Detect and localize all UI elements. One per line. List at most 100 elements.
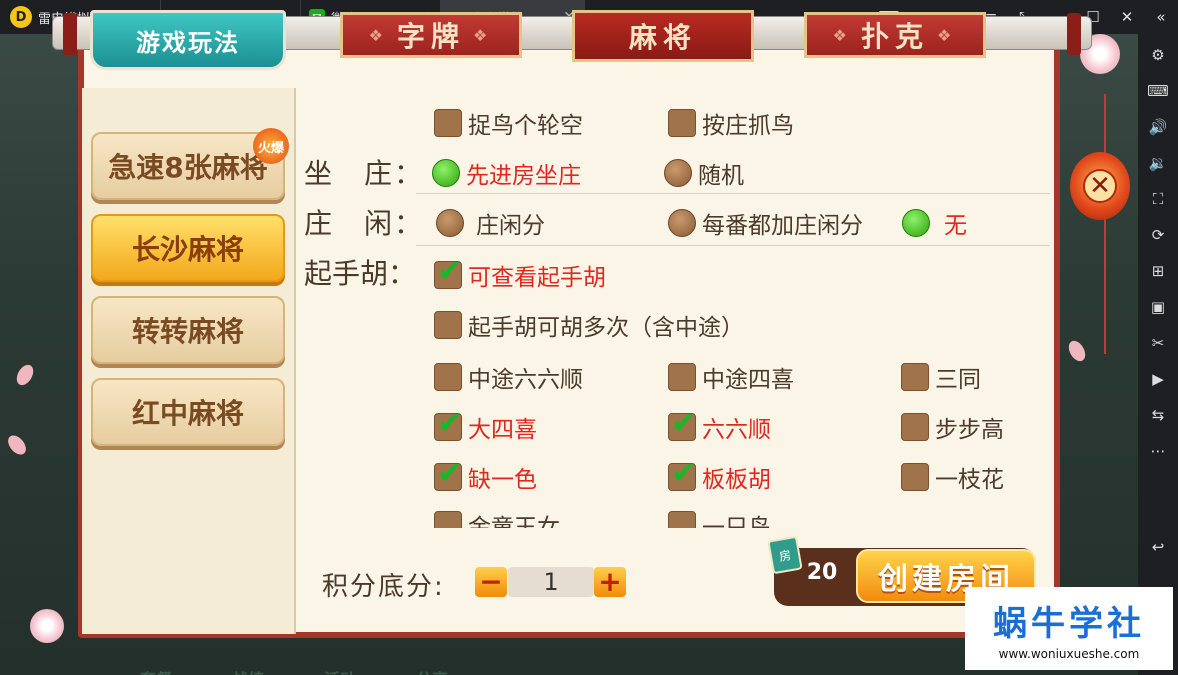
checkbox[interactable] [434,511,462,528]
checkbox[interactable] [434,363,462,391]
option-label: 先进房坐庄 [466,163,581,189]
menu-label: 急速8张麻将 [108,151,268,184]
checkbox[interactable] [901,363,929,391]
option-liuliushun[interactable]: 六六顺 [668,406,771,444]
checkbox-checked[interactable] [434,456,462,491]
checkbox-checked[interactable] [668,456,696,491]
option-label: 捉鸟个轮空 [468,113,583,139]
add-app-icon[interactable]: ⊞ [1145,258,1171,284]
radio[interactable] [664,159,692,187]
volume-up-icon[interactable]: 🔊 [1145,114,1171,140]
menu-zhuanzhuan[interactable]: 转转麻将 [91,296,285,364]
tab-game-rules[interactable]: 游戏玩法 [90,10,286,70]
tab-puke[interactable]: ❖ 扑克 ❖ [804,12,986,58]
option-zhuoniao[interactable]: 捉鸟个轮空 [434,106,583,140]
row-label-zhuangxian: 庄 闲： [304,207,425,240]
lantern-close-button[interactable]: ✕ [1070,152,1130,220]
option-zhongtu-sixi[interactable]: 中途四喜 [668,360,794,394]
option-zhongtu-liuliushun[interactable]: 中途六六顺 [434,360,583,394]
option-santong[interactable]: 三同 [901,360,981,394]
score-minus-button[interactable]: − [475,567,507,597]
checkbox[interactable] [668,511,696,528]
watermark-title: 蜗牛学社 [993,604,1145,644]
option-zhuangxianfen[interactable]: 庄闲分 [436,206,545,240]
option-label: 三同 [935,367,981,393]
option-first-join-banker[interactable]: 先进房坐庄 [432,156,581,190]
radio-selected[interactable] [432,159,460,187]
scissors-icon[interactable]: ✂ [1145,330,1171,356]
bottom-item: 套餐 [140,666,172,675]
petal-decoration [13,361,37,389]
option-yizhiniao[interactable]: 一只鸟 [668,508,771,528]
checkbox-checked[interactable] [434,406,462,441]
option-dasixi[interactable]: 大四喜 [434,406,537,444]
radio-selected[interactable] [902,209,930,237]
checkbox[interactable] [901,413,929,441]
petal-decoration [1065,337,1089,365]
option-banbanhu[interactable]: 板板胡 [668,456,771,494]
menu-jisu8[interactable]: 急速8张麻将 火爆 [91,128,289,200]
ornament-icon: ❖ [937,25,958,45]
radio[interactable] [668,209,696,237]
keyboard-icon[interactable]: ⌨ [1145,78,1171,104]
collapse-icon[interactable]: « [1144,8,1178,26]
checkbox[interactable] [434,109,462,137]
apk-icon[interactable]: ▣ [1145,294,1171,320]
ornament-icon: ❖ [832,25,853,45]
option-label: 每番都加庄闲分 [702,213,863,239]
option-label: 按庄抓鸟 [702,113,794,139]
rotate-icon[interactable]: ⟳ [1145,222,1171,248]
close-icon[interactable]: ✕ [1110,8,1144,26]
option-label: 一枝花 [935,467,1004,493]
sync-icon[interactable]: ⇆ [1145,402,1171,428]
option-random[interactable]: 随机 [664,156,744,190]
checkbox[interactable] [668,109,696,137]
option-view-qishouhu[interactable]: 可查看起手胡 [434,254,606,292]
option-label: 中途四喜 [702,367,794,393]
ornament-icon: ❖ [368,25,389,45]
tab-majiang[interactable]: 麻将 [572,10,754,62]
option-anzhuang[interactable]: 按庄抓鸟 [668,106,794,140]
room-card-cost: 20 [806,560,838,585]
checkbox[interactable] [668,363,696,391]
volume-down-icon[interactable]: 🔉 [1145,150,1171,176]
option-label: 大四喜 [468,417,537,443]
checkbox[interactable] [901,463,929,491]
petal-decoration [4,432,30,458]
tab-zipai[interactable]: ❖ 字牌 ❖ [340,12,522,58]
menu-hongzhong[interactable]: 红中麻将 [91,378,285,446]
option-label: 金童玉女 [468,515,560,528]
score-label: 积分底分: [322,572,445,602]
option-qishouhu-multi[interactable]: 起手胡可胡多次（含中途） [434,308,744,342]
option-bubugao[interactable]: 步步高 [901,410,1004,444]
tab-majiang-label: 麻将 [628,21,697,54]
checkbox[interactable] [434,311,462,339]
option-yizhihua[interactable]: 一枝花 [901,460,1004,494]
record-icon[interactable]: ▶ [1145,366,1171,392]
checkbox-checked[interactable] [668,406,696,441]
close-icon[interactable]: ✕ [1083,169,1117,203]
option-label: 庄闲分 [476,213,545,239]
row-label-qishouhu: 起手胡： [304,257,417,290]
hot-badge: 火爆 [253,128,289,164]
checkbox-checked[interactable] [434,254,462,289]
option-queyise[interactable]: 缺一色 [434,456,537,494]
bottom-item: 活动 [324,666,356,675]
option-jintongyunv[interactable]: 金童玉女 [434,508,560,528]
option-label: 板板胡 [702,467,771,493]
bottom-item: 分享 [416,666,448,675]
rules-content: 捉鸟个轮空 按庄抓鸟 坐 庄： 先进房坐庄 随机 庄 闲： 庄闲分 每番都加庄闲… [296,88,1054,528]
tab-zipai-label: 字牌 [396,20,465,53]
menu-changsha[interactable]: 长沙麻将 [91,214,285,282]
option-meifan[interactable]: 每番都加庄闲分 [668,206,863,240]
back-icon[interactable]: ↩ [1145,534,1171,560]
emulator-sidebar: ⚙ ⌨ 🔊 🔉 ⛶ ⟳ ⊞ ▣ ✂ ▶ ⇆ ⋯ ↩ [1138,34,1178,675]
more-icon[interactable]: ⋯ [1145,438,1171,464]
room-card-icon: 房 [767,535,803,575]
radio[interactable] [436,209,464,237]
settings-icon[interactable]: ⚙ [1145,42,1171,68]
screenshot-icon[interactable]: ⛶ [1145,186,1171,212]
flower-decoration [30,609,64,643]
score-plus-button[interactable]: + [594,567,626,597]
option-none[interactable]: 无 [902,206,967,240]
